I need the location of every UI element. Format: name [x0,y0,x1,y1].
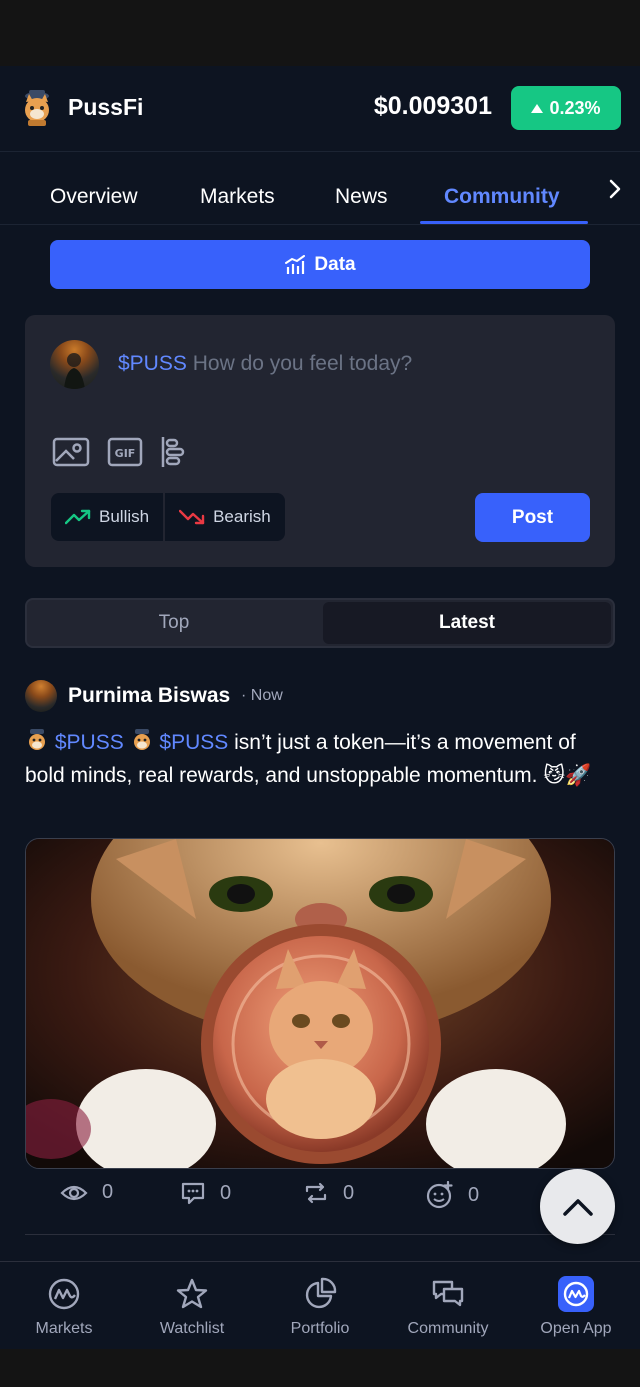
trend-up-icon [65,509,91,525]
bearish-label: Bearish [213,507,271,526]
cmc-logo-icon [46,1276,82,1312]
pussfi-logo-icon [25,90,49,126]
repost-stat[interactable]: 0 [303,1181,354,1205]
nav-watchlist[interactable]: Watchlist [128,1276,256,1338]
chart-icon [285,254,306,274]
pie-chart-icon [302,1276,338,1312]
bullish-button[interactable]: Bullish [51,493,163,541]
views-count: 0 [102,1181,114,1203]
post-composer: $PUSS How do you feel today? GIF Bullish [25,315,615,567]
nav-portfolio[interactable]: Portfolio [256,1276,384,1338]
feed-sort-toggle: Top Latest [25,598,615,648]
composer-placeholder: How do you feel today? [192,352,413,375]
status-bar [0,0,640,66]
chevron-right-icon[interactable] [600,174,630,204]
price-change-badge: 0.23% [511,86,621,130]
composer-input[interactable]: $PUSS How do you feel today? [118,352,412,376]
post-image[interactable] [25,838,615,1169]
post-author[interactable]: Purnima Biswas [68,684,230,708]
repost-count: 0 [343,1181,355,1204]
price-change-value: 0.23% [549,97,601,118]
add-reaction-icon [426,1181,453,1209]
gif-icon[interactable]: GIF [107,435,143,469]
avatar[interactable] [25,680,57,712]
comments-stat[interactable]: 0 [180,1181,231,1205]
post-body: $PUSS $PUSS isn’t just a token—it’s a mo… [25,726,615,792]
bullish-label: Bullish [99,507,150,526]
poll-icon[interactable] [159,435,187,469]
token-name: PussFi [68,94,144,120]
star-icon [174,1276,210,1312]
chevron-up-icon [562,1198,593,1216]
data-button-label: Data [314,253,356,275]
post-cashtag[interactable]: $PUSS [55,731,124,754]
token-price: $0.009301 [373,92,492,120]
svg-text:GIF: GIF [115,447,136,460]
trend-down-icon [179,509,205,525]
pussfi-token-icon [29,729,45,750]
scroll-to-top-button[interactable] [540,1169,615,1244]
data-button[interactable]: Data [50,240,590,289]
reaction-count: 0 [468,1183,480,1206]
post-emoji: 😼🚀 [543,764,592,787]
active-tab-indicator [420,221,588,224]
nav-label: Community [407,1320,489,1337]
bottom-navigation: Markets Watchlist Portfolio Community Op… [0,1261,640,1349]
post-time: · Now [241,687,283,704]
eye-icon [60,1185,88,1200]
nav-label: Portfolio [290,1320,350,1337]
tab-top[interactable]: Top [29,602,319,644]
nav-label: Markets [35,1320,93,1337]
sentiment-selector: Bullish Bearish [51,493,285,541]
tab-overview[interactable]: Overview [50,185,138,209]
comments-count: 0 [220,1181,232,1204]
nav-markets[interactable]: Markets [0,1276,128,1338]
nav-community[interactable]: Community [384,1276,512,1338]
chat-icon [430,1276,466,1312]
repost-icon [305,1182,327,1204]
avatar [50,340,99,389]
comment-icon [181,1182,205,1205]
pussfi-token-icon [133,729,150,750]
tab-latest[interactable]: Latest [323,602,611,644]
nav-label: Open App [540,1320,612,1337]
post-button[interactable]: Post [475,493,590,542]
composer-cashtag: $PUSS [118,352,187,375]
nav-open-app[interactable]: Open App [512,1276,640,1338]
caret-up-icon [531,103,544,113]
image-icon[interactable] [52,435,90,469]
header: PussFi $0.009301 0.23% [0,66,640,152]
tab-community[interactable]: Community [444,185,560,209]
post-divider [25,1234,615,1235]
cmc-app-icon [558,1276,594,1312]
tab-news[interactable]: News [335,185,388,209]
tab-markets[interactable]: Markets [200,185,275,209]
post-cashtag[interactable]: $PUSS [159,731,228,754]
bearish-button[interactable]: Bearish [163,493,285,541]
reaction-stat[interactable]: 0 [426,1181,479,1209]
section-tabs: Overview Markets News Community [0,152,640,225]
system-navigation-bar [0,1349,640,1387]
views-stat: 0 [60,1181,113,1204]
nav-label: Watchlist [159,1320,225,1337]
